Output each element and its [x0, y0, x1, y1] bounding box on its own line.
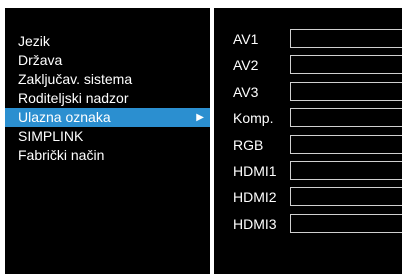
input-label-field[interactable]: [290, 187, 402, 207]
input-labels-panel: AV1 AV2 AV3 Komp. RGB HDMI1 HDMI2 HDMI3: [214, 8, 402, 274]
menu-item-label: SIMPLINK: [18, 128, 84, 144]
menu-item-parental-control[interactable]: Roditeljski nadzor: [5, 89, 210, 108]
input-label-list: AV1 AV2 AV3 Komp. RGB HDMI1 HDMI2 HDMI3: [214, 27, 402, 238]
menu-item-factory-mode[interactable]: Fabrički način: [5, 146, 210, 165]
input-label-field[interactable]: [290, 213, 402, 233]
input-label-field[interactable]: [290, 108, 402, 128]
input-row-label: AV3: [233, 83, 259, 100]
input-row-hdmi1: HDMI1: [214, 159, 402, 185]
menu-item-label: Ulazna oznaka: [18, 109, 111, 125]
settings-screen: Jezik Država Zaključav. sistema Roditelj…: [0, 0, 408, 280]
input-row-hdmi2: HDMI2: [214, 185, 402, 211]
input-row-label: AV2: [233, 57, 259, 74]
input-row-av2: AV2: [214, 53, 402, 79]
input-label-field[interactable]: [290, 55, 402, 75]
menu-item-language[interactable]: Jezik: [5, 32, 210, 51]
menu-item-label: Zaključav. sistema: [18, 71, 133, 87]
menu-item-label: Država: [18, 52, 63, 68]
options-menu: Jezik Država Zaključav. sistema Roditelj…: [5, 32, 210, 165]
menu-item-system-lock[interactable]: Zaključav. sistema: [5, 70, 210, 89]
input-row-label: HDMI3: [233, 215, 277, 232]
submenu-arrow-icon: ▶: [196, 112, 204, 123]
input-row-label: RGB: [233, 136, 264, 153]
input-label-field[interactable]: [290, 134, 402, 154]
input-label-field[interactable]: [290, 160, 402, 180]
input-row-label: AV1: [233, 31, 259, 47]
menu-item-label: Jezik: [18, 33, 50, 49]
input-row-av3: AV3: [214, 80, 402, 106]
menu-item-simplink[interactable]: SIMPLINK: [5, 127, 210, 146]
input-row-component: Komp.: [214, 106, 402, 132]
input-label-field[interactable]: [290, 81, 402, 101]
menu-item-input-label[interactable]: Ulazna oznaka ▶: [5, 108, 210, 127]
input-row-hdmi3: HDMI3: [214, 212, 402, 238]
menu-item-label: Fabrički način: [18, 147, 105, 163]
input-label-field[interactable]: [290, 29, 402, 48]
menu-item-country[interactable]: Država: [5, 51, 210, 70]
input-row-label: Komp.: [233, 110, 274, 127]
menu-item-label: Roditeljski nadzor: [18, 90, 129, 106]
input-row-rgb: RGB: [214, 133, 402, 159]
input-row-label: HDMI2: [233, 189, 277, 206]
input-row-av1: AV1: [214, 27, 402, 53]
input-row-label: HDMI1: [233, 162, 277, 179]
options-menu-panel: Jezik Država Zaključav. sistema Roditelj…: [5, 8, 210, 274]
